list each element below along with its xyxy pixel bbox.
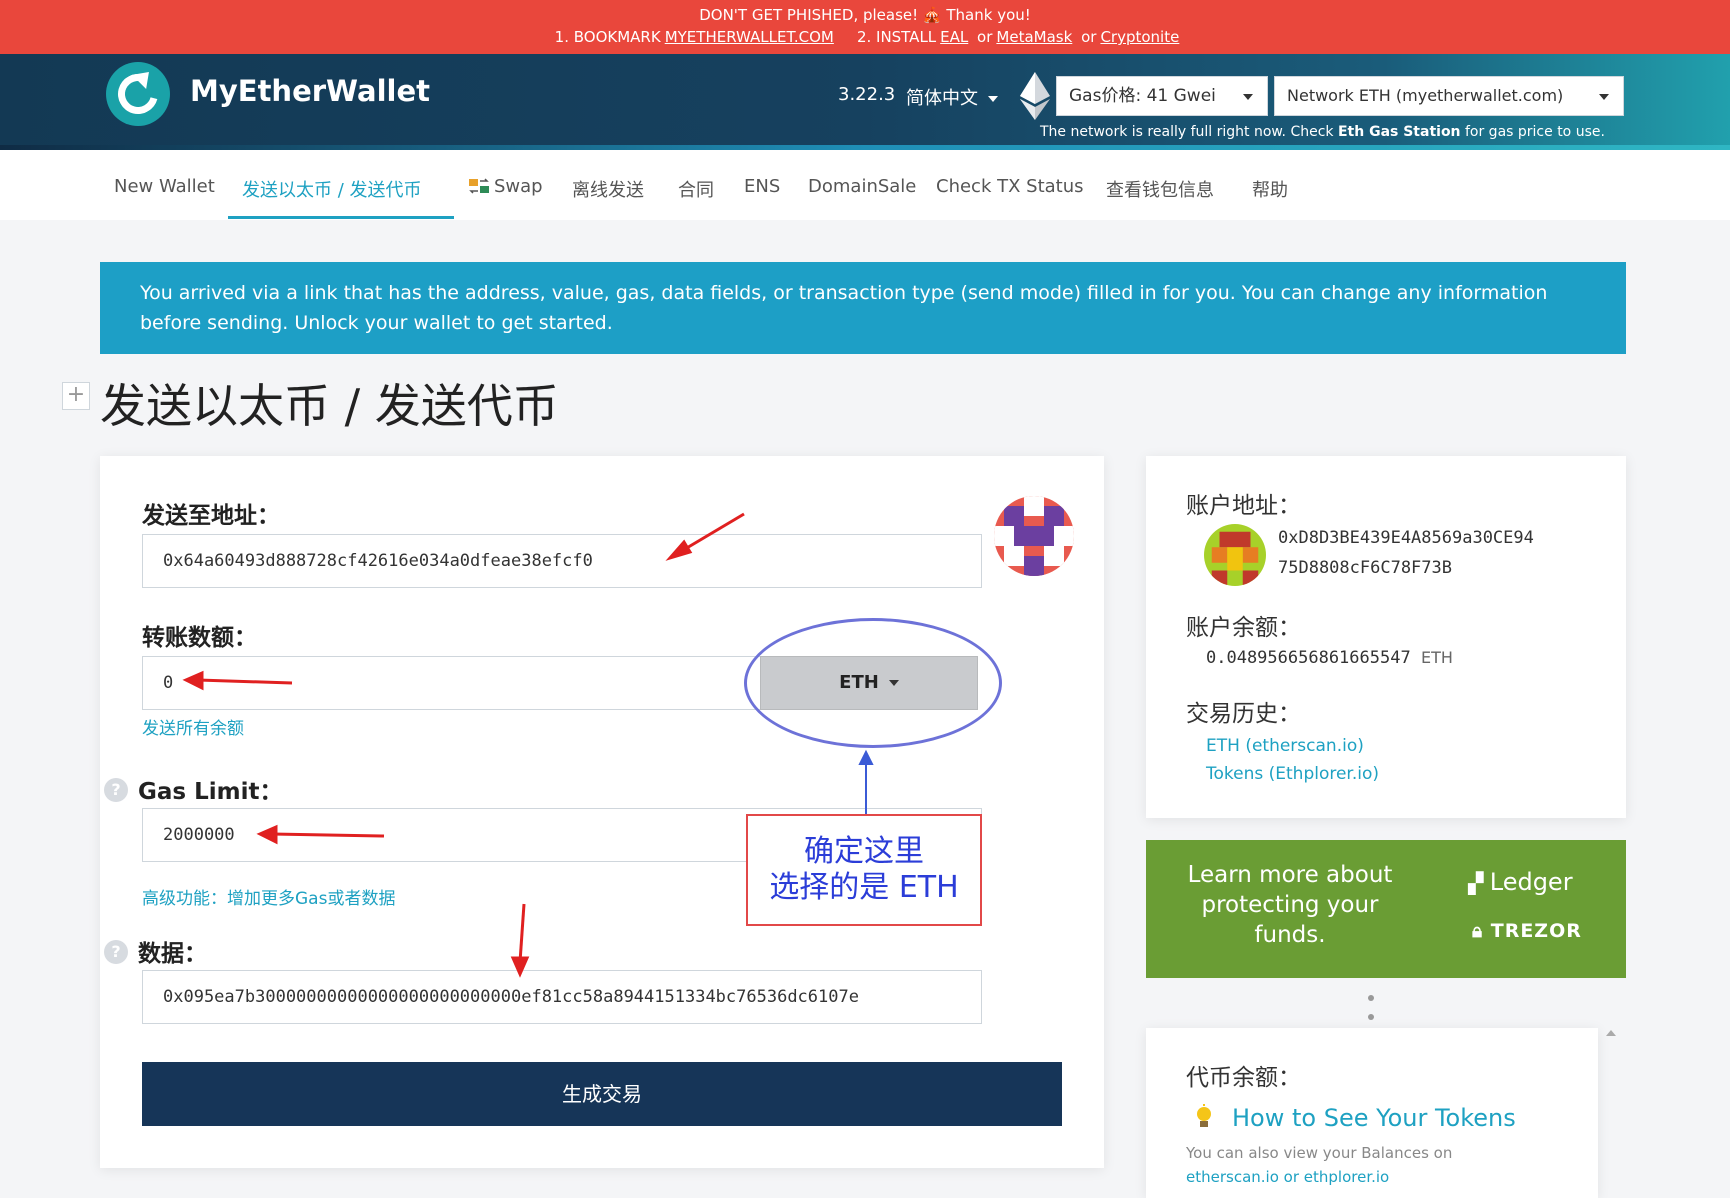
- data-input[interactable]: 0x095ea7b30000000000000000000000000ef81c…: [142, 970, 982, 1024]
- to-address-input[interactable]: 0x64a60493d888728cf42616e034a0dfeae38efc…: [142, 534, 982, 588]
- install-text: 2. INSTALL: [856, 28, 937, 46]
- tab-contracts[interactable]: 合同: [678, 176, 714, 202]
- balance-amount: 0.048956656861665547: [1206, 648, 1411, 668]
- info-banner: You arrived via a link that has the addr…: [100, 262, 1626, 354]
- chevron-down-icon: [988, 96, 998, 102]
- expand-button[interactable]: +: [62, 382, 90, 410]
- ledger-label: Ledger: [1489, 868, 1573, 896]
- account-address-line2: 75D8808cF6C78F73B: [1278, 558, 1452, 578]
- chevron-down-icon: [1599, 94, 1609, 100]
- ledger-icon: ▞: [1468, 871, 1490, 895]
- promo-text: Learn more about protecting your funds.: [1187, 862, 1393, 948]
- balance-unit: ETH: [1420, 648, 1453, 667]
- account-info-panel: 账户地址： 0xD8D3BE439E4A8569a30CE94 75D8808c…: [1146, 456, 1626, 818]
- mew-logo-icon[interactable]: [106, 62, 170, 126]
- bookmark-link[interactable]: MYETHERWALLET.COM: [665, 28, 834, 46]
- network-label: Network ETH (myetherwallet.com): [1287, 86, 1564, 105]
- lightbulb-icon: [1197, 1104, 1211, 1127]
- language-dropdown[interactable]: 简体中文: [906, 84, 998, 110]
- account-address-line1: 0xD8D3BE439E4A8569a30CE94: [1278, 528, 1534, 548]
- gas-limit-label: Gas Limit：: [138, 779, 283, 805]
- tab-check-tx-status[interactable]: Check TX Status: [936, 176, 1084, 197]
- advanced-options-link[interactable]: 高级功能：增加更多Gas或者数据: [142, 884, 395, 909]
- annotation-note: 确定这里 选择的是 ETH: [746, 814, 982, 926]
- language-label: 简体中文: [906, 88, 978, 109]
- generate-transaction-button[interactable]: 生成交易: [142, 1062, 1062, 1126]
- swap-icon: [469, 178, 489, 194]
- annotation-line1: 确定这里: [804, 834, 924, 869]
- page-title: 发送以太币 / 发送代币: [100, 379, 559, 433]
- tab-ens[interactable]: ENS: [744, 176, 780, 197]
- phishing-warning-line1: DON'T GET PHISHED, please! 🎪 Thank you!: [699, 6, 1031, 24]
- ledger-logo: ▞ Ledger: [1468, 868, 1573, 896]
- send-form-panel: 发送至地址： 0x64a60493d888728cf42616e034a0dfe…: [100, 456, 1104, 1168]
- network-notice: The network is really full right now. Ch…: [1040, 124, 1605, 140]
- tab-swap-label: Swap: [494, 176, 543, 197]
- account-address-label: 账户地址：: [1186, 493, 1301, 519]
- identicon-icon: [994, 496, 1074, 576]
- tab-offline-send[interactable]: 离线发送: [572, 176, 644, 202]
- trezor-logo: 🔒︎ TREZOR: [1472, 920, 1582, 942]
- or-text: or: [977, 28, 993, 46]
- amount-input[interactable]: 0: [142, 656, 762, 710]
- help-icon[interactable]: ?: [104, 940, 128, 964]
- version-label: 3.22.3: [838, 84, 896, 105]
- amount-label: 转账数额：: [142, 625, 257, 651]
- or-text: or: [1081, 28, 1097, 46]
- hardware-wallet-promo[interactable]: Learn more about protecting your funds. …: [1146, 840, 1626, 978]
- eth-gas-station-link[interactable]: Eth Gas Station: [1338, 124, 1461, 140]
- trezor-label: TREZOR: [1490, 920, 1582, 942]
- tab-send-ether-tokens[interactable]: 发送以太币 / 发送代币: [242, 176, 422, 202]
- chevron-down-icon: [1243, 94, 1253, 100]
- site-header: MyEtherWallet 3.22.3 简体中文 Gas价格: 41 Gwei…: [0, 54, 1730, 150]
- how-to-see-tokens-link[interactable]: How to See Your Tokens: [1232, 1104, 1516, 1132]
- gas-price-label: Gas价格: 41 Gwei: [1069, 86, 1216, 106]
- metamask-link[interactable]: MetaMask: [996, 28, 1072, 46]
- bookmark-text: 1. BOOKMARK: [554, 28, 661, 46]
- tab-help[interactable]: 帮助: [1252, 176, 1288, 202]
- main-nav: New Wallet 发送以太币 / 发送代币 Swap 离线发送 合同 ENS…: [0, 150, 1730, 220]
- scroll-up-icon[interactable]: [1606, 1030, 1616, 1036]
- token-note-line1: You can also view your Balances on: [1186, 1144, 1453, 1162]
- cryptonite-link[interactable]: Cryptonite: [1100, 28, 1179, 46]
- gas-price-dropdown[interactable]: Gas价格: 41 Gwei: [1056, 76, 1268, 116]
- brand-name[interactable]: MyEtherWallet: [190, 74, 430, 108]
- trezor-lock-icon: 🔒︎: [1472, 920, 1491, 942]
- network-dropdown[interactable]: Network ETH (myetherwallet.com): [1274, 76, 1624, 116]
- annotation-line2: 选择的是 ETH: [769, 870, 959, 905]
- transaction-history-label: 交易历史：: [1186, 701, 1301, 727]
- tab-new-wallet[interactable]: New Wallet: [114, 176, 215, 197]
- identicon-icon: [1204, 524, 1266, 586]
- eal-link[interactable]: EAL: [940, 28, 968, 46]
- token-balances-label: 代币余额：: [1186, 1065, 1301, 1091]
- etherscan-link[interactable]: ETH (etherscan.io): [1206, 736, 1364, 756]
- account-balance-label: 账户余额：: [1186, 615, 1301, 641]
- help-icon[interactable]: ?: [104, 778, 128, 802]
- account-balance-value: 0.048956656861665547 ETH: [1206, 648, 1453, 668]
- send-entire-balance-link[interactable]: 发送所有余额: [142, 714, 244, 739]
- token-note-line2[interactable]: etherscan.io or ethplorer.io: [1186, 1168, 1389, 1186]
- token-balances-panel: 代币余额： How to See Your Tokens You can als…: [1146, 1028, 1598, 1198]
- phishing-warning-bar: DON'T GET PHISHED, please! 🎪 Thank you! …: [0, 0, 1730, 54]
- ethplorer-link[interactable]: Tokens (Ethplorer.io): [1206, 764, 1379, 784]
- data-label: 数据：: [138, 941, 207, 967]
- ethereum-diamond-icon: [1020, 72, 1050, 120]
- tab-domainsale[interactable]: DomainSale: [808, 176, 916, 197]
- carousel-dots[interactable]: [1368, 986, 1398, 1020]
- network-notice-prefix: The network is really full right now. Ch…: [1040, 124, 1334, 140]
- annotation-circle: [744, 618, 1002, 748]
- active-tab-underline: [228, 216, 454, 219]
- phishing-warning-line2: 1. BOOKMARK MYETHERWALLET.COM 2. INSTALL E…: [0, 26, 1730, 48]
- tab-swap[interactable]: Swap: [468, 176, 543, 197]
- network-notice-suffix: for gas price to use.: [1464, 124, 1605, 140]
- tab-view-wallet-info[interactable]: 查看钱包信息: [1106, 176, 1214, 202]
- to-address-label: 发送至地址：: [142, 503, 280, 529]
